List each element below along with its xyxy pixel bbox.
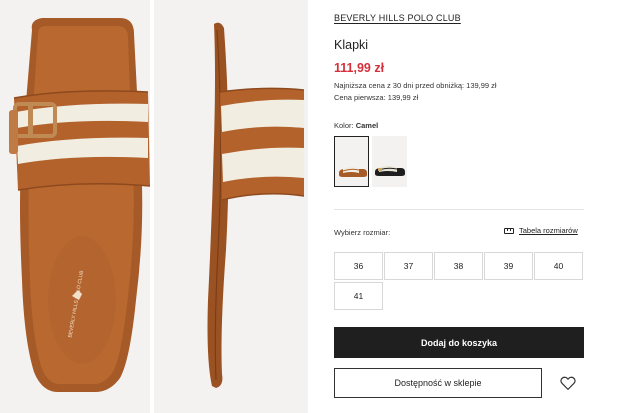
sandal-top-view-image: BEVERLY HILLS POLO CLUB	[9, 18, 150, 392]
store-availability-button[interactable]: Dostępność w sklepie	[334, 368, 542, 398]
size-option-40[interactable]: 40	[534, 252, 583, 280]
original-price-note: Cena pierwsza: 139,99 zł	[334, 93, 419, 102]
product-gallery: BEVERLY HILLS POLO CLUB	[0, 0, 310, 413]
color-value: Camel	[355, 121, 379, 130]
size-option-36[interactable]: 36	[334, 252, 383, 280]
product-photo-top-view[interactable]: BEVERLY HILLS POLO CLUB	[0, 0, 150, 413]
size-option-41[interactable]: 41	[334, 282, 383, 310]
swatch-black-image	[375, 166, 405, 176]
size-label: Wybierz rozmiar:	[334, 228, 391, 237]
size-option-37[interactable]: 37	[384, 252, 433, 280]
heart-icon[interactable]	[559, 374, 577, 392]
color-swatch-camel[interactable]	[334, 136, 369, 187]
size-option-39[interactable]: 39	[484, 252, 533, 280]
sandal-side-view-image	[207, 22, 305, 389]
swatch-camel-image	[339, 167, 367, 177]
color-label: Kolor: Camel	[334, 121, 378, 130]
add-to-cart-button[interactable]: Dodaj do koszyka	[334, 327, 584, 358]
brand-link[interactable]: BEVERLY HILLS POLO CLUB	[334, 13, 461, 23]
size-table-label: Tabela rozmiarów	[519, 226, 578, 235]
color-swatch-black[interactable]	[372, 136, 407, 187]
ruler-icon	[504, 227, 514, 234]
color-label-text: Kolor:	[334, 121, 354, 130]
divider	[334, 209, 584, 210]
product-title: Klapki	[334, 38, 369, 52]
lowest-price-note: Najniższa cena z 30 dni przed obniżką: 1…	[334, 81, 497, 90]
product-info-panel: BEVERLY HILLS POLO CLUB Klapki 111,99 zł…	[334, 0, 590, 413]
size-option-38[interactable]: 38	[434, 252, 483, 280]
size-table-link[interactable]: Tabela rozmiarów	[504, 226, 578, 235]
product-price: 111,99 zł	[334, 61, 385, 75]
product-photo-side-view[interactable]	[154, 0, 308, 413]
